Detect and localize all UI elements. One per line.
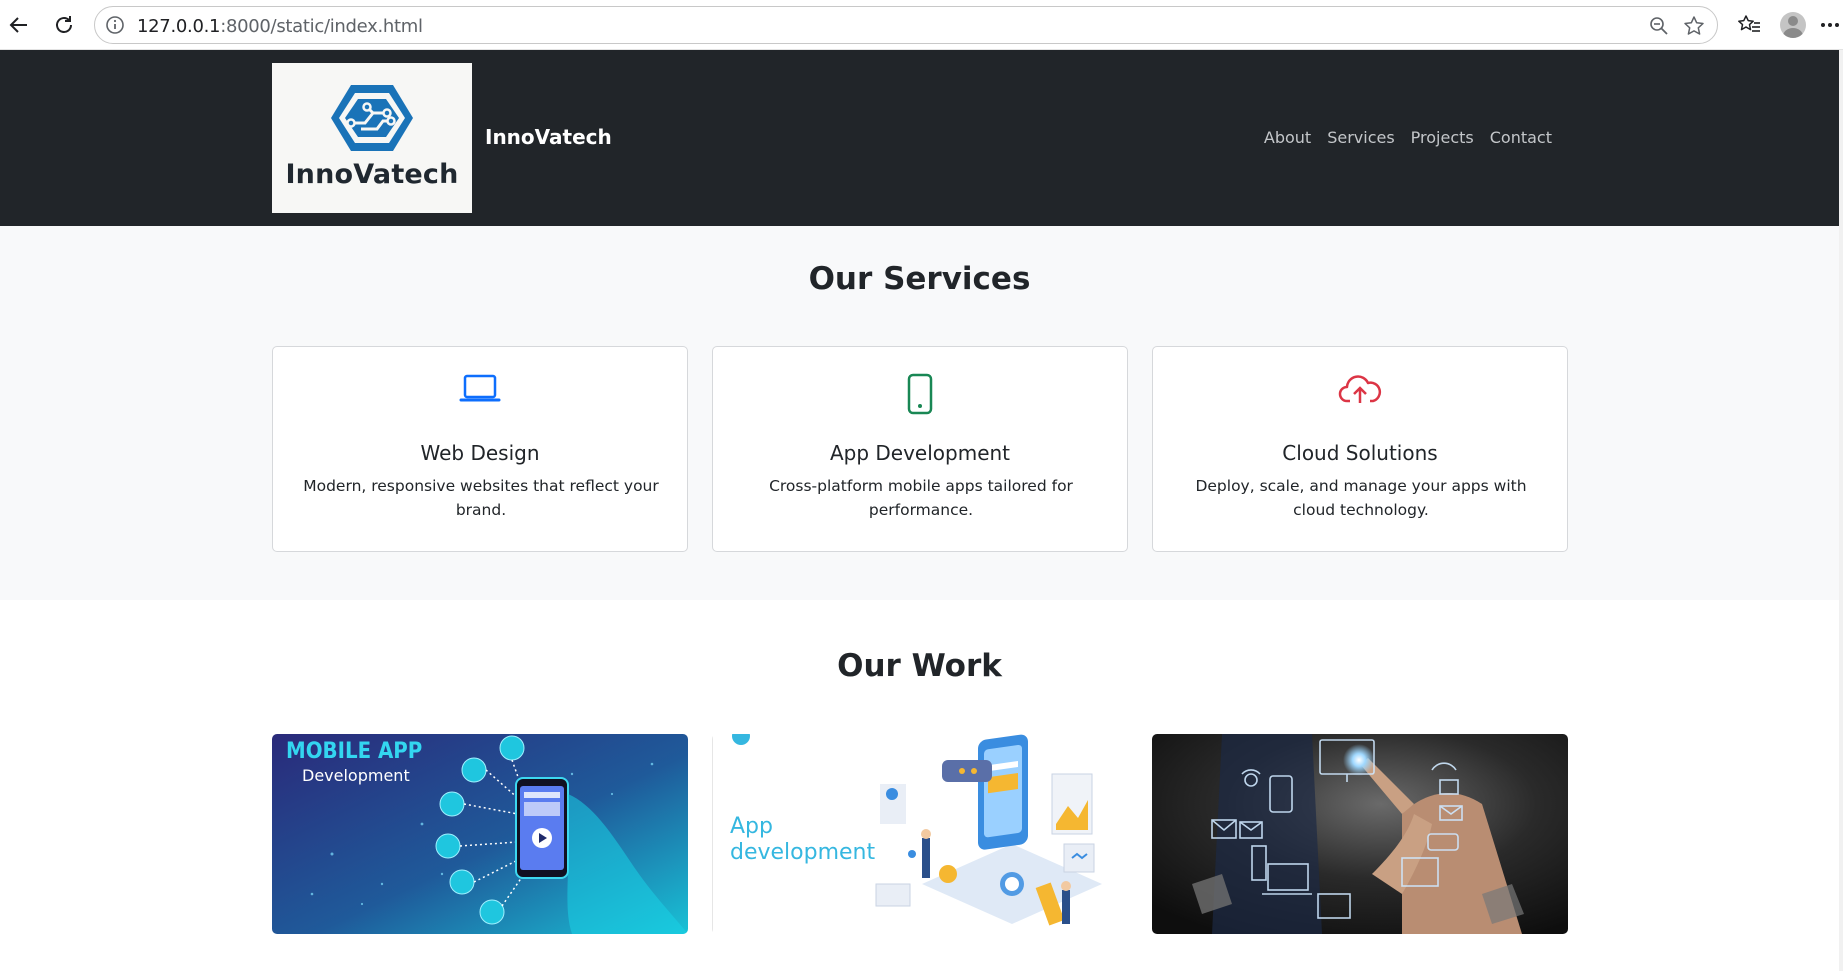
services-section: Our Services Web Design Modern, responsi… xyxy=(0,226,1839,600)
page-scrollbar[interactable] xyxy=(1839,50,1843,971)
work-image-technology[interactable] xyxy=(1152,734,1568,934)
back-arrow-icon xyxy=(9,17,27,33)
service-card-app-development: App Development Cross-platform mobile ap… xyxy=(712,346,1128,552)
work-image-heading: MOBILE APP xyxy=(286,739,422,764)
reload-icon xyxy=(56,16,72,33)
service-card-title: Web Design xyxy=(420,441,540,465)
url-path: :8000/static/index.html xyxy=(220,16,423,37)
site-header: InnoVatech InnoVatech About Services Pro… xyxy=(0,50,1839,226)
address-bar[interactable]: 127.0.0.1:8000/static/index.html xyxy=(94,6,1718,44)
work-image-app-development[interactable]: App development xyxy=(712,734,1128,934)
more-menu-button[interactable] xyxy=(1815,10,1843,40)
service-card-cloud-solutions: Cloud Solutions Deploy, scale, and manag… xyxy=(1152,346,1568,552)
nav-link-contact[interactable]: Contact xyxy=(1482,128,1560,147)
main-nav: About Services Projects Contact xyxy=(1256,128,1560,147)
favorites-icon xyxy=(1738,15,1760,32)
browser-toolbar: 127.0.0.1:8000/static/index.html xyxy=(0,0,1843,50)
circuit-hexagon-logo-icon xyxy=(331,85,413,151)
nav-link-services[interactable]: Services xyxy=(1319,128,1402,147)
work-image-heading: App xyxy=(730,814,773,839)
service-card-text: Deploy, scale, and manage your apps with… xyxy=(1195,477,1527,519)
zoom-icon[interactable] xyxy=(1649,16,1669,36)
reload-button[interactable] xyxy=(49,10,79,40)
work-image-mobile-app[interactable]: MOBILE APP Development xyxy=(272,734,688,934)
cloud-upload-icon xyxy=(1338,375,1382,403)
service-card-web-design: Web Design Modern, responsive websites t… xyxy=(272,346,688,552)
technology-touch-illustration xyxy=(1152,734,1568,934)
service-card-text: Modern, responsive websites that reflect… xyxy=(303,477,659,519)
service-card-title: Cloud Solutions xyxy=(1282,441,1438,465)
service-card-title: App Development xyxy=(829,441,1011,465)
nav-link-about[interactable]: About xyxy=(1256,128,1319,147)
logo-text: InnoVatech xyxy=(285,159,459,190)
url-host: 127.0.0.1 xyxy=(137,16,221,37)
back-button[interactable] xyxy=(4,10,34,40)
services-title: Our Services xyxy=(808,261,1031,297)
phone-icon xyxy=(907,373,933,415)
laptop-icon xyxy=(459,374,501,402)
service-card-text: Cross-platform mobile apps tailored for … xyxy=(769,477,1073,519)
profile-button[interactable] xyxy=(1778,10,1808,40)
work-title: Our Work xyxy=(837,648,1002,684)
work-image-subheading: development xyxy=(730,840,876,865)
work-section: Our Work MOBILE APP Development App deve… xyxy=(0,600,1839,971)
site-info-icon[interactable] xyxy=(105,15,125,35)
more-dots-icon xyxy=(1821,23,1839,27)
app-development-illustration: App development xyxy=(712,734,1128,934)
nav-link-projects[interactable]: Projects xyxy=(1403,128,1482,147)
avatar xyxy=(1780,12,1806,38)
work-image-subheading: Development xyxy=(302,766,410,785)
logo[interactable]: InnoVatech xyxy=(272,63,472,213)
mobile-app-illustration: MOBILE APP Development xyxy=(272,734,688,934)
url-text: 127.0.0.1:8000/static/index.html xyxy=(137,16,423,37)
brand-name[interactable]: InnoVatech xyxy=(485,125,612,149)
favorites-button[interactable] xyxy=(1734,10,1764,40)
bookmark-star-icon[interactable] xyxy=(1683,15,1705,37)
